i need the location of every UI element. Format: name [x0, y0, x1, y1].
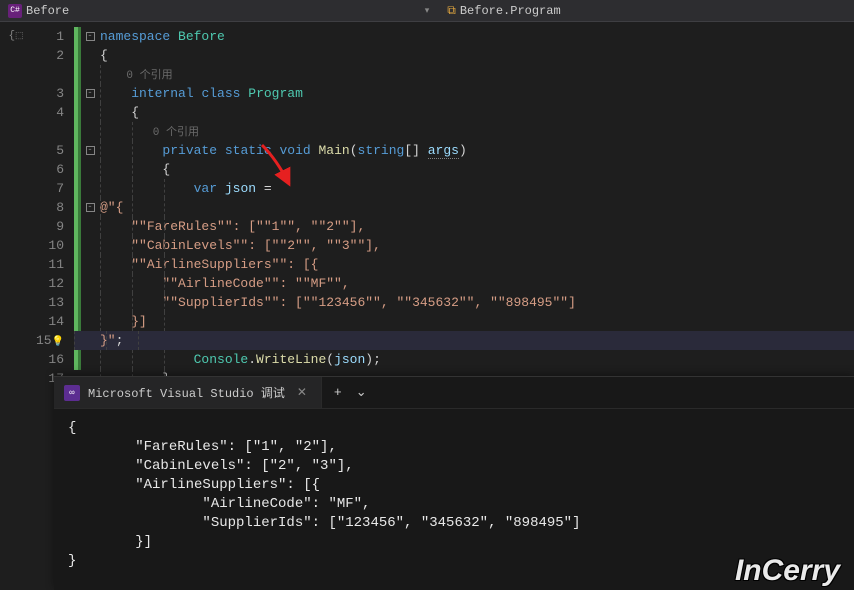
fold-marker[interactable]: - [83, 27, 97, 46]
code-line[interactable]: internal class Program [100, 84, 854, 103]
fold-marker [83, 274, 97, 293]
code-line[interactable]: 0 个引用 [100, 65, 854, 84]
plus-icon[interactable]: + [334, 385, 342, 400]
fold-marker[interactable]: - [83, 141, 97, 160]
line-number-gutter: 123456789101112131415💡1617 [32, 22, 74, 370]
code-editor[interactable]: {⬚ 123456789101112131415💡1617 ---- names… [0, 22, 854, 370]
code-line[interactable]: var json = [100, 179, 854, 198]
terminal-panel: ∞ Microsoft Visual Studio 调试 ✕ + ⌄ { "Fa… [54, 376, 854, 590]
fold-marker [83, 312, 97, 331]
line-number: 15💡 [32, 331, 64, 350]
line-number: 2 [32, 46, 64, 65]
line-number [32, 65, 64, 84]
code-lines[interactable]: namespace Before{ 0 个引用 internal class P… [100, 27, 854, 388]
fold-marker [83, 217, 97, 236]
breadcrumb-bar: C# Before ▾ ⧉ Before.Program [0, 0, 854, 22]
fold-marker [83, 122, 97, 141]
fold-marker [83, 103, 97, 122]
close-icon[interactable]: ✕ [293, 385, 311, 400]
csharp-icon: C# [8, 4, 22, 18]
chevron-down-icon[interactable]: ⌄ [356, 385, 367, 400]
line-number: 5 [32, 141, 64, 160]
fold-marker[interactable]: - [83, 198, 97, 217]
breadcrumb-file[interactable]: C# Before [0, 0, 415, 21]
gutter-outline: {⬚ [0, 22, 32, 370]
code-line[interactable]: { [100, 160, 854, 179]
fold-marker [83, 236, 97, 255]
line-number: 16 [32, 350, 64, 369]
line-number: 11 [32, 255, 64, 274]
terminal-tab-bar: ∞ Microsoft Visual Studio 调试 ✕ + ⌄ [54, 377, 854, 409]
line-number: 13 [32, 293, 64, 312]
code-column: ---- namespace Before{ 0 个引用 internal cl… [74, 22, 854, 370]
breadcrumb-class-label: Before.Program [460, 4, 561, 18]
line-number: 10 [32, 236, 64, 255]
fold-marker [83, 293, 97, 312]
terminal-tab-actions: + ⌄ [322, 385, 379, 400]
fold-marker[interactable]: - [83, 84, 97, 103]
line-number: 7 [32, 179, 64, 198]
code-line[interactable]: ""AirlineSuppliers"": [{ [100, 255, 854, 274]
breadcrumb-class[interactable]: ⧉ Before.Program [439, 0, 854, 21]
breadcrumb-separator: ▾ [415, 6, 440, 16]
fold-marker [83, 160, 97, 179]
fold-marker [83, 350, 97, 369]
visual-studio-icon: ∞ [64, 385, 80, 401]
code-line[interactable]: ""AirlineCode"": ""MF"", [100, 274, 854, 293]
code-line[interactable]: ""FareRules"": [""1"", ""2""], [100, 217, 854, 236]
line-number: 8 [32, 198, 64, 217]
code-line[interactable]: 0 个引用 [100, 122, 854, 141]
code-line[interactable]: ""SupplierIds"": [""123456"", ""345632""… [100, 293, 854, 312]
code-line[interactable]: namespace Before [100, 27, 854, 46]
line-number [32, 122, 64, 141]
line-number: 9 [32, 217, 64, 236]
code-line[interactable]: private static void Main(string[] args) [100, 141, 854, 160]
line-number: 6 [32, 160, 64, 179]
class-icon: ⧉ [447, 4, 456, 18]
fold-marker [83, 46, 97, 65]
fold-marker [83, 65, 97, 84]
fold-marker [83, 179, 97, 198]
terminal-tab[interactable]: ∞ Microsoft Visual Studio 调试 ✕ [54, 377, 322, 408]
line-number: 4 [32, 103, 64, 122]
code-line[interactable]: }"; [74, 331, 854, 350]
code-line[interactable]: { [100, 103, 854, 122]
line-number: 12 [32, 274, 64, 293]
code-line[interactable]: ""CabinLevels"": [""2"", ""3""], [100, 236, 854, 255]
line-number: 14 [32, 312, 64, 331]
breadcrumb-file-label: Before [26, 4, 69, 18]
line-number: 3 [32, 84, 64, 103]
terminal-tab-title: Microsoft Visual Studio 调试 [88, 384, 285, 401]
code-line[interactable]: Console.WriteLine(json); [100, 350, 854, 369]
fold-marker [83, 255, 97, 274]
change-margin-2 [78, 27, 81, 370]
line-number: 1 [32, 27, 64, 46]
code-line[interactable]: }] [100, 312, 854, 331]
code-line[interactable]: @"{ [100, 198, 854, 217]
terminal-output[interactable]: { "FareRules": ["1", "2"], "CabinLevels"… [54, 409, 854, 581]
code-line[interactable]: { [100, 46, 854, 65]
